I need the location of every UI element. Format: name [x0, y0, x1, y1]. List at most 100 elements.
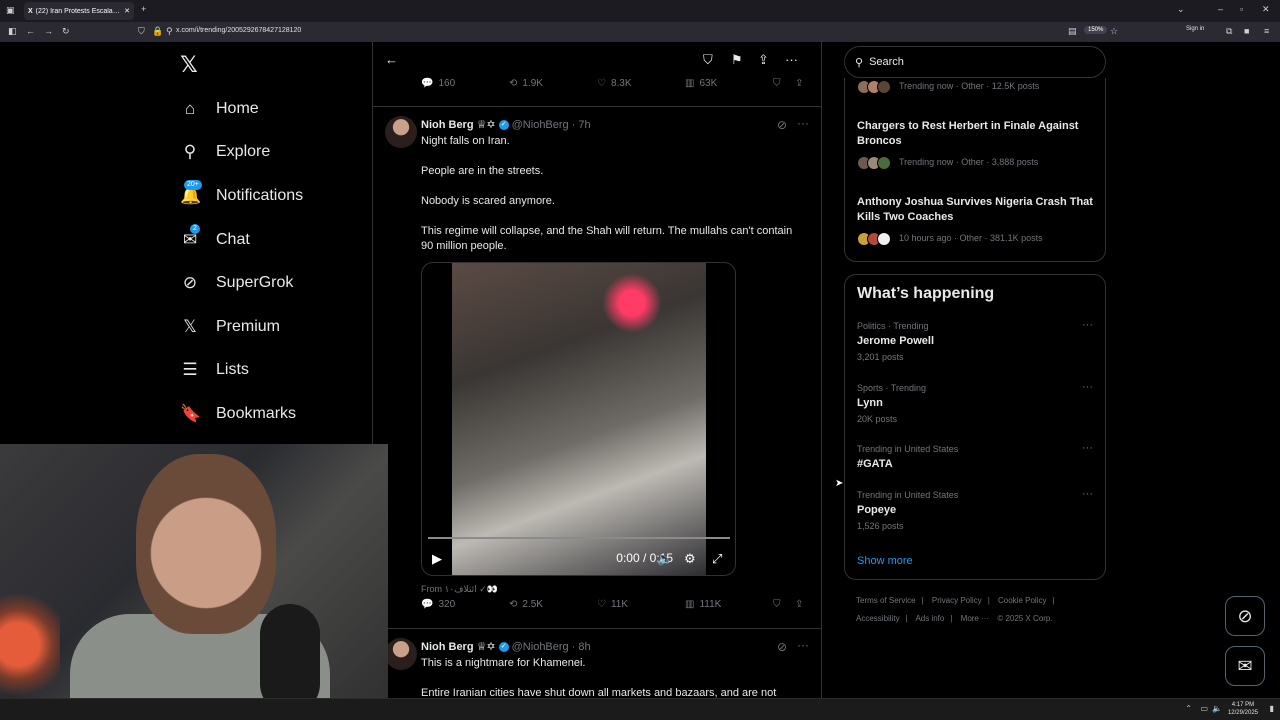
reload-icon[interactable]: ↻: [62, 26, 70, 37]
volume-icon[interactable]: 🔈: [657, 551, 673, 567]
avatar[interactable]: [385, 638, 417, 670]
privacy-link[interactable]: Privacy Policy: [932, 596, 982, 605]
trend-title[interactable]: #GATA: [857, 457, 1097, 472]
whats-happening-title: What’s happening: [857, 285, 995, 302]
repost-button[interactable]: ⟲ 1.9K: [509, 78, 543, 89]
new-tab-icon[interactable]: +: [141, 4, 146, 14]
back-icon[interactable]: ←: [26, 26, 35, 36]
tab-list-icon[interactable]: ▣: [6, 5, 15, 16]
more-icon[interactable]: ···: [1082, 319, 1093, 331]
sign-in-button[interactable]: Sign in: [1186, 26, 1204, 32]
trend-title[interactable]: Anthony Joshua Survives Nigeria Crash Th…: [857, 195, 1097, 225]
messages-fab-icon[interactable]: ✉: [1225, 646, 1265, 686]
browser-tab[interactable]: X (22) Iran Protests Escalate as Ri ✕: [24, 2, 134, 20]
volume-icon[interactable]: 🔈: [1212, 704, 1222, 713]
post-time[interactable]: 7h: [578, 119, 590, 131]
more-icon[interactable]: ···: [1082, 488, 1093, 500]
reader-icon[interactable]: ▤: [1068, 26, 1077, 37]
forward-icon[interactable]: →: [44, 26, 53, 36]
tweet-header: Nioh Berg ♕✡ ✓ @NiohBerg · 7h: [421, 118, 591, 132]
reply-button[interactable]: 💬 160: [421, 78, 455, 89]
ads-info-link[interactable]: Ads info: [915, 614, 944, 623]
nav-item-chat[interactable]: ✉ 2 Chat: [180, 224, 250, 253]
share-icon[interactable]: ⇪: [758, 52, 769, 68]
fullscreen-icon[interactable]: ⤢: [712, 551, 722, 567]
avatar[interactable]: [385, 116, 417, 148]
trend-title[interactable]: Popeye: [857, 503, 1097, 518]
author-handle[interactable]: @NiohBerg: [512, 119, 569, 131]
grok-icon[interactable]: ⊘: [777, 640, 787, 654]
chevron-up-icon[interactable]: ⌃: [1185, 704, 1192, 713]
close-tab-icon[interactable]: ✕: [124, 7, 130, 15]
more-icon[interactable]: ···: [797, 116, 809, 130]
author-handle[interactable]: @NiohBerg: [512, 641, 569, 653]
terms-link[interactable]: Terms of Service: [856, 596, 916, 605]
extensions-icon[interactable]: ⧉: [1226, 26, 1232, 37]
maximize-icon[interactable]: ▫: [1240, 4, 1243, 14]
views-icon: ▥: [685, 77, 695, 89]
nav-item-supergrok[interactable]: ⊘ SuperGrok: [180, 270, 294, 296]
views-button[interactable]: ▥ 63K: [685, 78, 717, 89]
bookmark-button[interactable]: ⛉: [773, 599, 781, 610]
bookmark-icon[interactable]: ⛉: [703, 52, 713, 68]
nav-item-explore[interactable]: ⚲ Explore: [180, 139, 270, 165]
menu-icon[interactable]: ≡: [1264, 26, 1269, 36]
video-progress[interactable]: [428, 537, 730, 539]
back-arrow-icon[interactable]: ←: [385, 52, 398, 67]
like-button[interactable]: ♡ 11K: [597, 599, 628, 610]
post-time[interactable]: 8h: [578, 641, 590, 653]
nav-item-notifications[interactable]: 🔔 20+ Notifications: [180, 180, 303, 209]
cookie-link[interactable]: Cookie Policy: [998, 596, 1046, 605]
tab-title: (22) Iran Protests Escalate as Ri: [35, 7, 121, 15]
accessibility-link[interactable]: Accessibility: [856, 614, 900, 623]
share-button[interactable]: ⇪: [795, 599, 803, 610]
trend-title[interactable]: Jerome Powell: [857, 334, 1097, 349]
nav-item-premium[interactable]: 𝕏 Premium: [180, 314, 280, 340]
show-more-link[interactable]: Show more: [857, 555, 913, 567]
shield-icon[interactable]: ⛉: [138, 26, 145, 37]
nav-item-lists[interactable]: ☰ Lists: [180, 357, 249, 383]
trend-title[interactable]: Chargers to Rest Herbert in Finale Again…: [857, 119, 1097, 149]
video-player[interactable]: ▶ 0:00 / 0:15 🔈 ⚙ ⤢: [421, 262, 736, 576]
x-logo-icon[interactable]: 𝕏: [180, 52, 198, 78]
more-link[interactable]: More ···: [961, 614, 989, 623]
close-window-icon[interactable]: ✕: [1262, 4, 1270, 15]
flag-icon[interactable]: ⚑: [731, 52, 743, 68]
star-icon[interactable]: ☆: [1110, 26, 1118, 37]
more-icon[interactable]: ···: [1082, 381, 1093, 393]
trend-title[interactable]: Lynn: [857, 396, 1097, 411]
bookmark-icon: ⛉: [773, 598, 781, 610]
permissions-icon[interactable]: ⚲: [166, 26, 173, 37]
video-source[interactable]: From ائتلاف۱۰ ✓👀: [421, 584, 498, 595]
bookmark-button[interactable]: ⛉: [773, 78, 781, 89]
zoom-level[interactable]: 150%: [1084, 26, 1108, 34]
extension-badge-icon[interactable]: ■: [1244, 26, 1249, 36]
sidebar-icon[interactable]: ◧: [8, 26, 17, 37]
grok-fab-icon[interactable]: ⊘: [1225, 596, 1265, 636]
share-button[interactable]: ⇪: [795, 78, 803, 89]
url-bar[interactable]: x.com/i/trending/2005292678427128120: [176, 27, 301, 34]
trend-count: 1,526 posts: [857, 521, 904, 531]
clock[interactable]: 4:17 PM 12/29/2025: [1228, 701, 1258, 717]
author-name[interactable]: Nioh Berg: [421, 641, 474, 653]
play-icon[interactable]: ▶: [432, 551, 442, 567]
repost-button[interactable]: ⟲ 2.5K: [509, 599, 543, 610]
author-name[interactable]: Nioh Berg: [421, 119, 474, 131]
like-button[interactable]: ♡ 8.3K: [597, 78, 632, 89]
more-icon[interactable]: ···: [785, 52, 798, 67]
settings-icon[interactable]: ⚙: [684, 551, 696, 567]
browser-toolbar: ◧ ← → ↻ ⛉ 🔒 ⚲ x.com/i/trending/200529267…: [0, 22, 1280, 42]
more-icon[interactable]: ···: [797, 638, 809, 652]
notification-icon[interactable]: ▮: [1270, 704, 1274, 713]
nav-item-bookmarks[interactable]: 🔖 Bookmarks: [180, 401, 296, 427]
network-icon[interactable]: ▭: [1200, 704, 1208, 713]
search-input[interactable]: ⚲ Search: [844, 46, 1106, 78]
more-icon[interactable]: ···: [1082, 442, 1093, 454]
lock-icon[interactable]: 🔒: [152, 26, 163, 37]
reply-button[interactable]: 💬 320: [421, 599, 455, 610]
nav-item-home[interactable]: ⌂ Home: [180, 96, 259, 122]
minimize-icon[interactable]: –: [1218, 4, 1223, 14]
chevron-down-icon[interactable]: ⌄: [1177, 4, 1185, 15]
views-button[interactable]: ▥ 111K: [685, 599, 721, 610]
grok-icon[interactable]: ⊘: [777, 118, 787, 132]
